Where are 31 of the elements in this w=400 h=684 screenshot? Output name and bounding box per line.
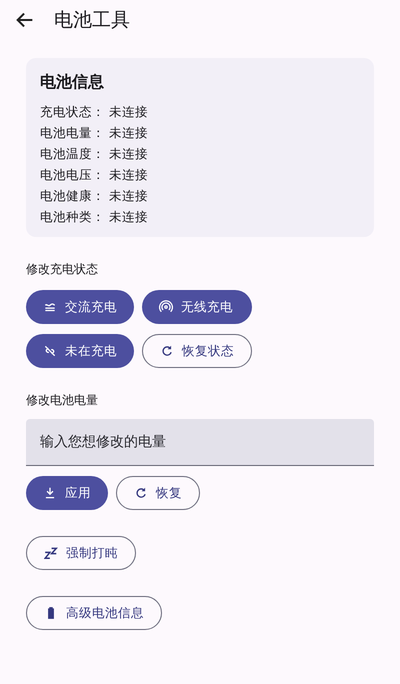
filled-button[interactable]: 无线充电 <box>142 290 252 324</box>
refresh-icon <box>160 344 174 358</box>
info-label: 充电状态： <box>40 103 105 121</box>
info-value: 未连接 <box>109 166 148 184</box>
outlined-button[interactable]: 恢复 <box>116 476 200 510</box>
section-label: 修改充电状态 <box>26 261 99 278</box>
section-label: 修改电池电量 <box>26 392 99 409</box>
info-value: 未连接 <box>109 187 148 205</box>
wireless-icon <box>159 300 173 314</box>
info-label: 电池电压： <box>40 166 105 184</box>
app-bar-title: 电池工具 <box>54 8 130 33</box>
outlined-button[interactable]: 恢复状态 <box>142 334 252 368</box>
unplug-icon <box>43 344 57 358</box>
refresh-icon <box>134 486 148 500</box>
outlined-button[interactable]: 强制打盹 <box>26 536 136 570</box>
info-value: 未连接 <box>109 208 148 226</box>
input-field[interactable]: 输入您想修改的电量 <box>26 419 374 466</box>
filled-button[interactable]: 未在充电 <box>26 334 134 368</box>
filled-button[interactable]: 应用 <box>26 476 108 510</box>
info-label: 电池电量： <box>40 124 105 142</box>
info-label: 电池健康： <box>40 187 105 205</box>
info-value: 未连接 <box>109 103 148 121</box>
outlined-button[interactable]: 高级电池信息 <box>26 596 162 630</box>
filled-button[interactable]: 交流充电 <box>26 290 134 324</box>
info-value: 未连接 <box>109 145 148 163</box>
info-label: 电池种类： <box>40 208 105 226</box>
download-icon <box>43 486 57 500</box>
info-value: 未连接 <box>109 124 148 142</box>
sleep-icon <box>44 546 58 560</box>
info-label: 电池温度： <box>40 145 105 163</box>
card-title: 电池信息 <box>40 72 105 93</box>
